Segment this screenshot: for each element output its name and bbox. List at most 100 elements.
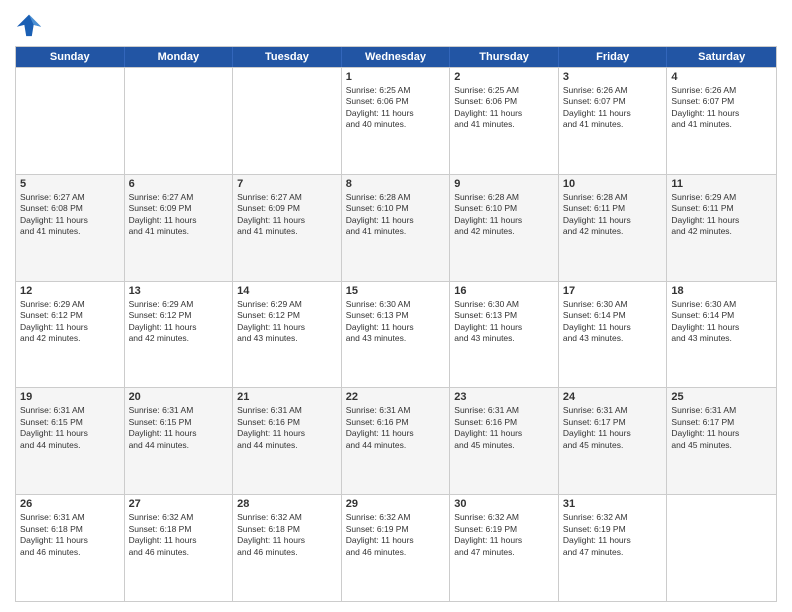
cell-line: Daylight: 11 hours	[237, 535, 337, 546]
day-number: 24	[563, 391, 663, 403]
cell-line: and 43 minutes.	[454, 333, 554, 344]
cell-line: Sunrise: 6:30 AM	[671, 299, 772, 310]
cell-line: Daylight: 11 hours	[346, 535, 446, 546]
day-number: 15	[346, 285, 446, 297]
cell-line: and 47 minutes.	[563, 547, 663, 558]
day-number: 30	[454, 498, 554, 510]
cell-line: Daylight: 11 hours	[129, 535, 229, 546]
cell-line: Sunset: 6:18 PM	[20, 524, 120, 535]
day-number: 16	[454, 285, 554, 297]
calendar-cell: 29Sunrise: 6:32 AMSunset: 6:19 PMDayligh…	[342, 495, 451, 601]
cell-line: Daylight: 11 hours	[346, 108, 446, 119]
day-number: 9	[454, 178, 554, 190]
day-number: 25	[671, 391, 772, 403]
cell-line: Sunrise: 6:31 AM	[346, 405, 446, 416]
cell-line: Daylight: 11 hours	[346, 428, 446, 439]
cell-line: Daylight: 11 hours	[454, 535, 554, 546]
calendar-cell: 10Sunrise: 6:28 AMSunset: 6:11 PMDayligh…	[559, 175, 668, 281]
calendar-header: SundayMondayTuesdayWednesdayThursdayFrid…	[16, 47, 776, 67]
cell-line: Sunset: 6:13 PM	[346, 310, 446, 321]
calendar-cell: 18Sunrise: 6:30 AMSunset: 6:14 PMDayligh…	[667, 282, 776, 388]
header	[15, 10, 777, 38]
cell-line: Sunset: 6:11 PM	[671, 203, 772, 214]
cell-line: Daylight: 11 hours	[20, 215, 120, 226]
cell-line: Sunset: 6:19 PM	[563, 524, 663, 535]
cell-line: Sunrise: 6:31 AM	[20, 512, 120, 523]
day-number: 7	[237, 178, 337, 190]
cell-line: and 45 minutes.	[671, 440, 772, 451]
cell-line: Sunset: 6:19 PM	[454, 524, 554, 535]
cell-line: Daylight: 11 hours	[671, 428, 772, 439]
cell-line: Sunset: 6:06 PM	[454, 96, 554, 107]
calendar-cell: 1Sunrise: 6:25 AMSunset: 6:06 PMDaylight…	[342, 68, 451, 174]
day-number: 18	[671, 285, 772, 297]
cell-line: and 45 minutes.	[563, 440, 663, 451]
cell-line: Daylight: 11 hours	[563, 428, 663, 439]
calendar-cell: 8Sunrise: 6:28 AMSunset: 6:10 PMDaylight…	[342, 175, 451, 281]
calendar: SundayMondayTuesdayWednesdayThursdayFrid…	[15, 46, 777, 602]
cell-line: and 42 minutes.	[454, 226, 554, 237]
cell-line: and 41 minutes.	[20, 226, 120, 237]
cell-line: Sunset: 6:13 PM	[454, 310, 554, 321]
cell-line: Sunrise: 6:31 AM	[454, 405, 554, 416]
cell-line: Sunset: 6:18 PM	[129, 524, 229, 535]
cell-line: Sunrise: 6:31 AM	[563, 405, 663, 416]
cell-line: Sunrise: 6:29 AM	[20, 299, 120, 310]
cell-line: Sunrise: 6:27 AM	[20, 192, 120, 203]
cell-line: Sunrise: 6:29 AM	[671, 192, 772, 203]
cell-line: Sunset: 6:12 PM	[20, 310, 120, 321]
calendar-cell: 13Sunrise: 6:29 AMSunset: 6:12 PMDayligh…	[125, 282, 234, 388]
day-number: 14	[237, 285, 337, 297]
cell-line: Daylight: 11 hours	[129, 322, 229, 333]
day-number: 12	[20, 285, 120, 297]
cell-line: Sunset: 6:09 PM	[129, 203, 229, 214]
cell-line: Sunset: 6:19 PM	[346, 524, 446, 535]
calendar-cell: 15Sunrise: 6:30 AMSunset: 6:13 PMDayligh…	[342, 282, 451, 388]
weekday-header: Friday	[559, 47, 668, 67]
cell-line: Sunset: 6:15 PM	[20, 417, 120, 428]
calendar-cell	[667, 495, 776, 601]
cell-line: and 44 minutes.	[237, 440, 337, 451]
cell-line: Sunrise: 6:31 AM	[237, 405, 337, 416]
calendar-cell: 19Sunrise: 6:31 AMSunset: 6:15 PMDayligh…	[16, 388, 125, 494]
cell-line: Daylight: 11 hours	[563, 322, 663, 333]
cell-line: Sunset: 6:10 PM	[346, 203, 446, 214]
day-number: 20	[129, 391, 229, 403]
cell-line: Daylight: 11 hours	[20, 428, 120, 439]
calendar-cell: 7Sunrise: 6:27 AMSunset: 6:09 PMDaylight…	[233, 175, 342, 281]
calendar-cell: 31Sunrise: 6:32 AMSunset: 6:19 PMDayligh…	[559, 495, 668, 601]
calendar-row: 1Sunrise: 6:25 AMSunset: 6:06 PMDaylight…	[16, 67, 776, 174]
calendar-cell: 22Sunrise: 6:31 AMSunset: 6:16 PMDayligh…	[342, 388, 451, 494]
calendar-cell: 14Sunrise: 6:29 AMSunset: 6:12 PMDayligh…	[233, 282, 342, 388]
day-number: 10	[563, 178, 663, 190]
cell-line: Daylight: 11 hours	[129, 215, 229, 226]
cell-line: and 41 minutes.	[671, 119, 772, 130]
cell-line: Sunset: 6:08 PM	[20, 203, 120, 214]
cell-line: Daylight: 11 hours	[671, 322, 772, 333]
cell-line: Sunrise: 6:32 AM	[454, 512, 554, 523]
day-number: 11	[671, 178, 772, 190]
weekday-header: Saturday	[667, 47, 776, 67]
cell-line: Daylight: 11 hours	[237, 428, 337, 439]
cell-line: Sunset: 6:07 PM	[671, 96, 772, 107]
cell-line: and 42 minutes.	[563, 226, 663, 237]
calendar-cell: 11Sunrise: 6:29 AMSunset: 6:11 PMDayligh…	[667, 175, 776, 281]
cell-line: Sunset: 6:17 PM	[671, 417, 772, 428]
cell-line: Sunset: 6:12 PM	[237, 310, 337, 321]
calendar-row: 5Sunrise: 6:27 AMSunset: 6:08 PMDaylight…	[16, 174, 776, 281]
day-number: 19	[20, 391, 120, 403]
cell-line: Sunrise: 6:29 AM	[129, 299, 229, 310]
day-number: 4	[671, 71, 772, 83]
cell-line: and 43 minutes.	[671, 333, 772, 344]
cell-line: and 41 minutes.	[454, 119, 554, 130]
cell-line: Sunrise: 6:26 AM	[563, 85, 663, 96]
calendar-cell: 9Sunrise: 6:28 AMSunset: 6:10 PMDaylight…	[450, 175, 559, 281]
cell-line: and 44 minutes.	[129, 440, 229, 451]
cell-line: Sunset: 6:16 PM	[346, 417, 446, 428]
cell-line: Daylight: 11 hours	[563, 535, 663, 546]
cell-line: and 46 minutes.	[346, 547, 446, 558]
cell-line: Sunset: 6:11 PM	[563, 203, 663, 214]
calendar-cell: 16Sunrise: 6:30 AMSunset: 6:13 PMDayligh…	[450, 282, 559, 388]
calendar-cell: 2Sunrise: 6:25 AMSunset: 6:06 PMDaylight…	[450, 68, 559, 174]
cell-line: Daylight: 11 hours	[346, 322, 446, 333]
